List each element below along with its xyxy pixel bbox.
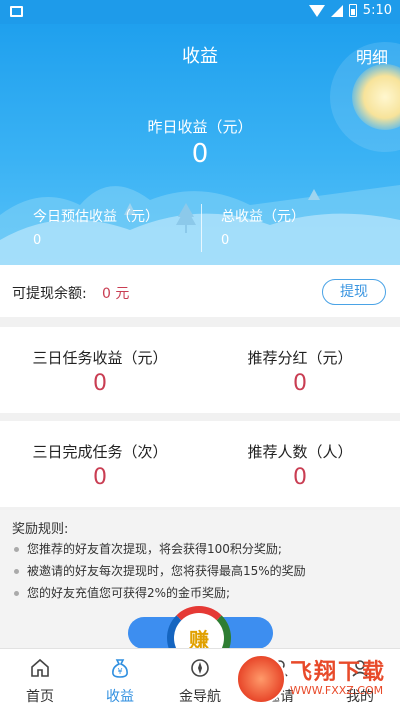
bullet-icon: [14, 591, 19, 596]
task-income-label: 三日任务收益（元）: [32, 349, 168, 367]
wifi-icon: [308, 4, 325, 17]
total-earnings-label: 总收益（元）: [221, 209, 305, 225]
watermark-url: WWW.FXXZ.COM: [290, 684, 384, 697]
referral-bonus-label: 推荐分红（元）: [247, 349, 353, 367]
signal-icon: [330, 4, 343, 17]
withdraw-balance-label: 可提现余额:: [12, 286, 87, 302]
reward-rules: 奖励规则: 您推荐的好友首次提现，将会获得100积分奖励; 被邀请的好友每次提现…: [0, 510, 400, 670]
watermark-logo-icon: [236, 654, 286, 704]
rule-item: 您推荐的好友首次提现，将会获得100积分奖励;: [14, 540, 282, 557]
detail-link[interactable]: 明细: [356, 44, 388, 68]
tab-earnings[interactable]: ¥ 收益: [80, 649, 160, 711]
stats-card-income: 三日任务收益（元） 0 推荐分红（元） 0: [0, 327, 400, 413]
rules-title: 奖励规则:: [12, 522, 69, 537]
tasks-done-value: 0: [93, 465, 107, 490]
rule-item: 被邀请的好友每次提现时，您将获得最高15%的奖励: [14, 562, 306, 579]
hero-divider: [201, 204, 202, 252]
status-icons: 5:10: [308, 3, 392, 18]
tab-navigation[interactable]: 金导航: [160, 649, 240, 711]
watermark-text: 飞翔下载: [290, 660, 387, 685]
compass-icon: [191, 659, 209, 677]
page-title: 收益: [182, 46, 218, 67]
tab-label: 首页: [26, 689, 54, 705]
status-bar: 5:10: [0, 0, 400, 24]
rule-text: 您的好友充值您可获得2%的金币奖励;: [27, 586, 231, 600]
today-estimate-value: 0: [33, 233, 42, 248]
today-estimate-label: 今日预估收益（元）: [33, 209, 159, 225]
bullet-icon: [14, 569, 19, 574]
watermark: 飞翔下载 WWW.FXXZ.COM: [232, 650, 400, 710]
earnings-hero: 收益 明细 昨日收益（元） 0 今日预估收益（元） 0 总收益（元） 0: [0, 24, 400, 265]
battery-icon: [348, 4, 357, 17]
referral-bonus-stat: 推荐分红（元） 0: [200, 327, 400, 413]
referral-bonus-value: 0: [293, 371, 307, 396]
home-icon: [31, 658, 49, 677]
withdraw-row: 可提现余额: 0 元 提现: [0, 265, 400, 317]
tab-label: 金导航: [179, 689, 221, 705]
svg-text:¥: ¥: [117, 667, 122, 676]
task-income-stat: 三日任务收益（元） 0: [0, 327, 200, 413]
tasks-done-label: 三日完成任务（次）: [32, 443, 168, 461]
stats-card-activity: 三日完成任务（次） 0 推荐人数（人） 0: [0, 421, 400, 507]
tasks-done-stat: 三日完成任务（次） 0: [0, 421, 200, 507]
money-bag-icon: ¥: [112, 659, 128, 678]
withdraw-button[interactable]: 提现: [322, 279, 386, 305]
yesterday-earnings-label: 昨日收益（元）: [147, 118, 253, 136]
referrals-label: 推荐人数（人）: [247, 443, 353, 461]
yesterday-earnings-value: 0: [191, 139, 209, 169]
task-income-value: 0: [93, 371, 107, 396]
referrals-value: 0: [293, 465, 307, 490]
rule-item: 您的好友充值您可获得2%的金币奖励;: [14, 584, 230, 601]
total-earnings-value: 0: [221, 233, 230, 248]
tab-label: 收益: [106, 689, 134, 705]
rule-text: 您推荐的好友首次提现，将会获得100积分奖励;: [27, 542, 282, 556]
tab-home[interactable]: 首页: [0, 649, 80, 711]
bullet-icon: [14, 547, 19, 552]
withdraw-balance-amount: 0 元: [102, 286, 130, 302]
referrals-stat: 推荐人数（人） 0: [200, 421, 400, 507]
image-icon: [10, 6, 23, 17]
status-time: 5:10: [362, 3, 392, 18]
rule-text: 被邀请的好友每次提现时，您将获得最高15%的奖励: [27, 564, 306, 578]
